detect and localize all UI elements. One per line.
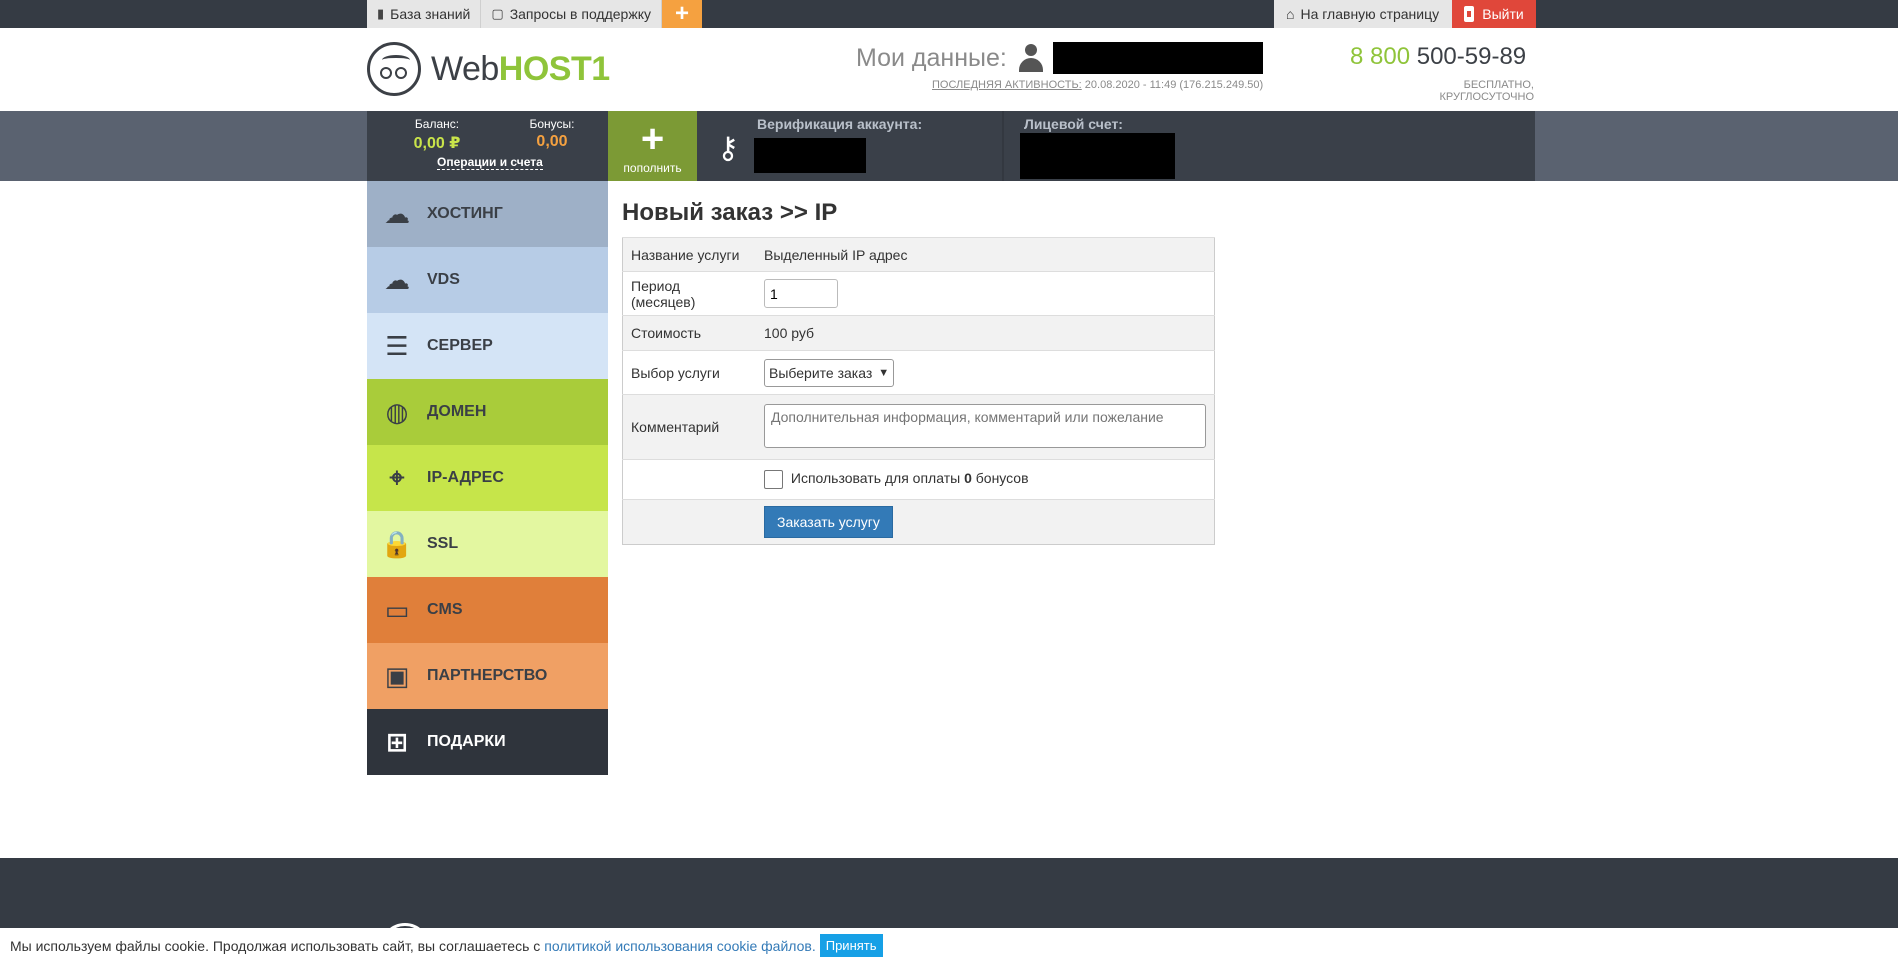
chat-bubble-icon: ▢	[491, 6, 504, 21]
sidebar-item-hosting[interactable]: ☁ ХОСТИНГ	[367, 181, 608, 247]
bonus-value: 0,00	[536, 133, 568, 150]
operations-link[interactable]: Операции и счета	[437, 155, 543, 170]
account-bar: Баланс: 0,00 ₽ Бонусы: 0,00 Операции и с…	[0, 111, 1898, 181]
add-request-button[interactable]: +	[661, 0, 702, 28]
comment-label: Комментарий	[622, 394, 756, 460]
redacted-username	[1052, 42, 1263, 74]
logout-button[interactable]: Выйти	[1452, 0, 1536, 28]
sidebar-item-ssl[interactable]: 🔒 SSL	[367, 511, 608, 577]
cookie-banner: Мы используем файлы cookie. Продолжая ис…	[0, 928, 1898, 963]
chevron-down-icon: ▼	[878, 366, 890, 379]
topbar-left-group: ▮ База знаний ▢ Запросы в поддержку +	[367, 0, 702, 28]
cookie-accept-button[interactable]: Принять	[819, 934, 883, 957]
user-icon	[1017, 44, 1045, 72]
browser-window-icon: ▭	[384, 594, 410, 625]
door-icon	[1464, 6, 1475, 22]
cloud-server-icon: ☁	[384, 264, 410, 295]
page-title: Новый заказ >> IP	[622, 199, 838, 226]
service-name-label: Название услуги	[622, 237, 756, 272]
server-rack-icon: ☰	[385, 330, 409, 361]
service-choice-select[interactable]: Выберите заказ ▼	[764, 358, 895, 387]
logo-text: WebHOST1	[431, 49, 610, 88]
phone-subtitle: БЕСПЛАТНО, КРУГЛОСУТОЧНО	[1439, 79, 1534, 103]
gift-icon: ⊞	[386, 726, 408, 757]
period-label: Период (месяцев)	[622, 271, 756, 316]
sidebar-item-gifts[interactable]: ⊞ ПОДАРКИ	[367, 709, 608, 775]
my-data-label: Мои данные:	[856, 43, 1007, 72]
redacted-account-number	[1020, 133, 1175, 179]
globe-icon: ◍	[385, 396, 409, 427]
cookie-text: Мы используем файлы cookie. Продолжая ис…	[10, 937, 541, 954]
balance-value: 0,00 ₽	[413, 135, 461, 152]
account-bar-inner: Баланс: 0,00 ₽ Бонусы: 0,00 Операции и с…	[367, 111, 1535, 181]
verification-block: ⚷ Верификация аккаунта:	[697, 111, 1002, 181]
webhost1-logo[interactable]: WebHOST1	[367, 42, 610, 96]
service-name-value: Выделенный IP адрес	[756, 237, 1215, 272]
sidebar-item-vds[interactable]: ☁ VDS	[367, 247, 608, 313]
book-icon: ▮	[377, 6, 385, 21]
sidebar-item-partnership[interactable]: ▣ ПАРТНЕРСТВО	[367, 643, 608, 709]
my-data-section: Мои данные:	[856, 42, 1263, 74]
top-utility-bar: ▮ База знаний ▢ Запросы в поддержку + ⌂ …	[0, 0, 1898, 28]
briefcase-icon: ▣	[384, 660, 410, 691]
order-service-button[interactable]: Заказать услугу	[764, 506, 893, 538]
knowledge-base-link[interactable]: ▮ База знаний	[367, 0, 482, 28]
form-row-submit: Заказать услугу	[622, 499, 1215, 545]
support-requests-link[interactable]: ▢ Запросы в поддержку	[481, 0, 662, 28]
personal-account-block: Лицевой счет:	[1002, 111, 1535, 181]
cookie-policy-link[interactable]: политикой использования cookie файлов.	[544, 938, 815, 954]
form-row-bonus: Использовать для оплаты 0 бонусов	[622, 459, 1215, 500]
cost-label: Стоимость	[622, 315, 756, 351]
form-row-cost: Стоимость 100 руб	[622, 315, 1215, 351]
cost-value: 100 руб	[756, 315, 1215, 351]
keys-icon: ⚷	[717, 132, 739, 165]
main-content: Новый заказ >> IP Название услуги Выделе…	[622, 181, 1216, 545]
home-icon: ⌂	[1286, 6, 1295, 22]
use-bonus-checkbox[interactable]	[764, 470, 783, 489]
bonus-block: Бонусы: 0,00	[517, 117, 587, 151]
logo-mascot-icon	[367, 42, 421, 96]
sidebar-item-cms[interactable]: ▭ CMS	[367, 577, 608, 643]
comment-textarea[interactable]	[764, 403, 1206, 448]
sidebar-nav: ☁ ХОСТИНГ ☁ VDS ☰ СЕРВЕР ◍ ДОМЕН ⌖ IP-АД…	[367, 181, 608, 775]
form-row-comment: Комментарий	[622, 394, 1215, 460]
form-row-period: Период (месяцев)	[622, 271, 1215, 316]
form-row-service-name: Название услуги Выделенный IP адрес	[622, 237, 1215, 272]
sidebar-item-domain[interactable]: ◍ ДОМЕН	[367, 379, 608, 445]
period-input[interactable]	[764, 279, 838, 308]
home-page-link[interactable]: ⌂ На главную страницу	[1274, 0, 1452, 28]
service-choice-label: Выбор услуги	[622, 350, 756, 395]
lock-icon: 🔒	[380, 528, 414, 559]
topup-button[interactable]: + пополнить	[608, 111, 697, 181]
home-page-label: На главную страницу	[1300, 6, 1440, 22]
knowledge-base-label: База знаний	[390, 6, 471, 22]
topbar-right-group: ⌂ На главную страницу Выйти	[1274, 0, 1536, 28]
site-header: WebHOST1 Мои данные: ПОСЛЕДНЯЯ АКТИВНОСТ…	[0, 28, 1898, 111]
last-activity: ПОСЛЕДНЯЯ АКТИВНОСТЬ: 20.08.2020 - 11:49…	[932, 79, 1264, 91]
logout-label: Выйти	[1482, 6, 1524, 22]
order-form: Название услуги Выделенный IP адрес Пери…	[622, 237, 1215, 545]
support-requests-label: Запросы в поддержку	[509, 6, 651, 22]
redacted-verification	[754, 138, 866, 173]
sidebar-item-server[interactable]: ☰ СЕРВЕР	[367, 313, 608, 379]
map-pin-icon: ⌖	[389, 462, 405, 492]
cloud-icon: ☁	[384, 198, 410, 229]
form-row-service-choice: Выбор услуги Выберите заказ ▼	[622, 350, 1215, 395]
use-bonus-label: Использовать для оплаты 0 бонусов	[790, 470, 1029, 487]
plus-icon: +	[640, 117, 665, 161]
sidebar-item-ip-address[interactable]: ⌖ IP-АДРЕС	[367, 445, 608, 511]
balance-block: Баланс: 0,00 ₽	[397, 117, 477, 153]
support-phone[interactable]: 8 800 500-59-89	[1350, 43, 1526, 71]
